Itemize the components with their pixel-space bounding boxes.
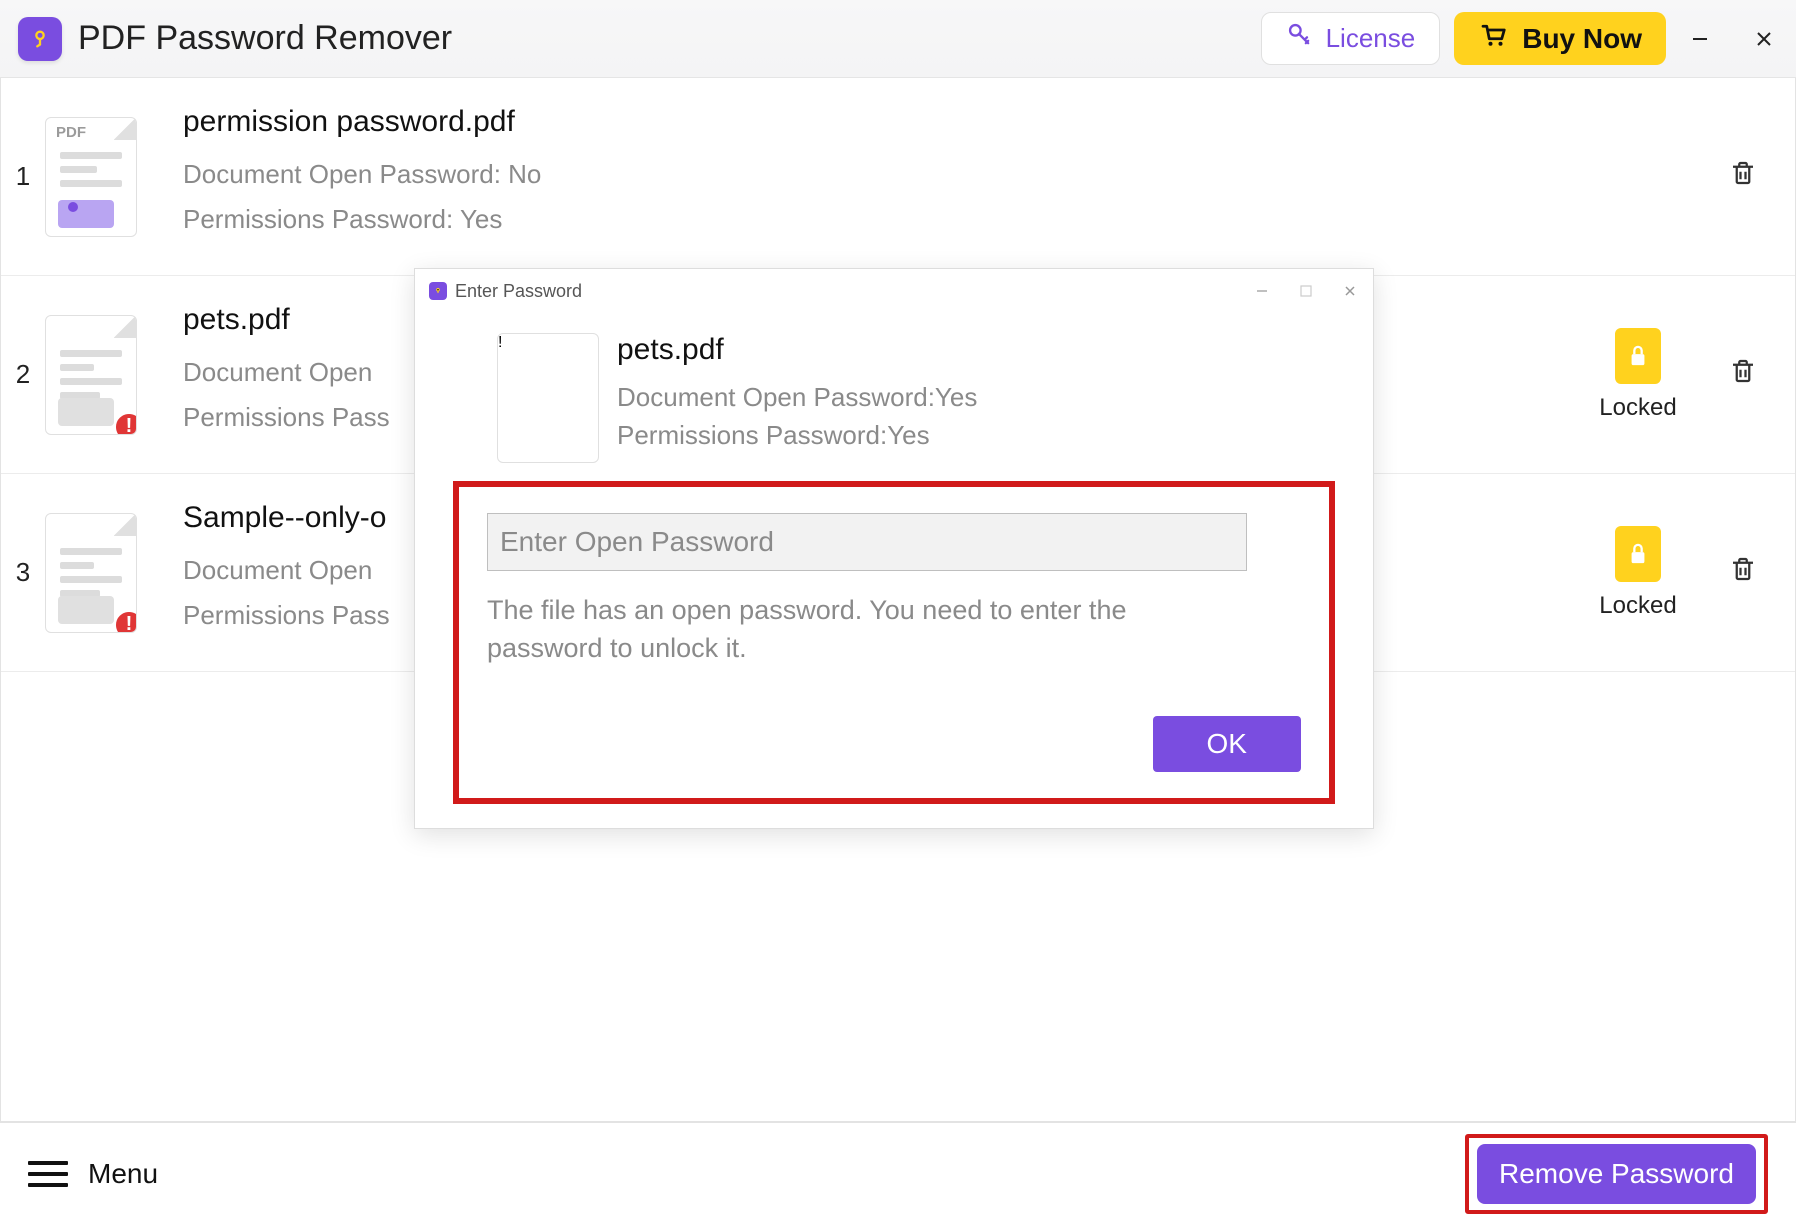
- file-perm-password: Permissions Password: Yes: [183, 204, 1693, 235]
- alert-icon: !: [114, 412, 137, 435]
- dialog-file-info: pets.pdf Document Open Password:Yes Perm…: [617, 333, 977, 454]
- window-controls: [1686, 25, 1778, 53]
- menu-button[interactable]: Menu: [28, 1158, 158, 1190]
- ok-button[interactable]: OK: [1153, 716, 1301, 772]
- status-column: Locked: [1583, 328, 1693, 422]
- close-button[interactable]: [1750, 25, 1778, 53]
- dialog-title: Enter Password: [455, 281, 1245, 302]
- license-button[interactable]: License: [1261, 12, 1441, 65]
- password-input[interactable]: [487, 513, 1247, 571]
- trash-icon[interactable]: [1728, 158, 1758, 196]
- file-info: permission password.pdf Document Open Pa…: [183, 105, 1693, 249]
- status-column: Locked: [1583, 526, 1693, 620]
- license-label: License: [1326, 23, 1416, 54]
- dialog-pdf-thumbnail-icon: !: [497, 333, 599, 463]
- buy-label: Buy Now: [1522, 23, 1642, 55]
- dialog-file-name: pets.pdf: [617, 333, 977, 367]
- menu-label: Menu: [88, 1158, 158, 1190]
- file-row[interactable]: 1 PDF permission password.pdf Document O…: [1, 78, 1795, 276]
- dialog-app-icon: [429, 282, 447, 300]
- dialog-highlight: The file has an open password. You need …: [453, 481, 1335, 804]
- password-help-text: The file has an open password. You need …: [487, 591, 1247, 668]
- row-index: 1: [11, 161, 35, 192]
- alert-icon: !: [498, 334, 598, 352]
- app-title: PDF Password Remover: [78, 19, 452, 58]
- dialog-maximize-button[interactable]: [1297, 282, 1315, 300]
- remove-highlight: Remove Password: [1465, 1134, 1768, 1214]
- lock-icon: [1615, 526, 1661, 582]
- hamburger-icon: [28, 1161, 68, 1187]
- dialog-minimize-button[interactable]: [1253, 282, 1271, 300]
- dialog-titlebar: Enter Password: [415, 269, 1373, 313]
- alert-icon: !: [114, 610, 137, 633]
- buy-now-button[interactable]: Buy Now: [1454, 12, 1666, 65]
- pdf-thumbnail-icon: !: [45, 513, 137, 633]
- remove-password-button[interactable]: Remove Password: [1477, 1144, 1756, 1204]
- cart-icon: [1478, 20, 1508, 57]
- status-label: Locked: [1599, 592, 1676, 620]
- pdf-thumbnail-icon: PDF: [45, 117, 137, 237]
- dialog-perm-password: Permissions Password:Yes: [617, 417, 977, 455]
- key-icon: [1286, 21, 1314, 56]
- app-icon: [18, 17, 62, 61]
- trash-icon[interactable]: [1728, 356, 1758, 394]
- dialog-close-button[interactable]: [1341, 282, 1359, 300]
- footer: Menu Remove Password: [0, 1122, 1796, 1224]
- trash-icon[interactable]: [1728, 554, 1758, 592]
- titlebar: PDF Password Remover License Buy Now: [0, 0, 1796, 78]
- enter-password-dialog: Enter Password ! pets.pdf Document Open …: [414, 268, 1374, 829]
- row-index: 2: [11, 359, 35, 390]
- lock-icon: [1615, 328, 1661, 384]
- dialog-open-password: Document Open Password:Yes: [617, 379, 977, 417]
- pdf-thumbnail-icon: !: [45, 315, 137, 435]
- file-open-password: Document Open Password: No: [183, 159, 1693, 190]
- row-index: 3: [11, 557, 35, 588]
- minimize-button[interactable]: [1686, 25, 1714, 53]
- file-name: permission password.pdf: [183, 105, 1693, 139]
- status-label: Locked: [1599, 394, 1676, 422]
